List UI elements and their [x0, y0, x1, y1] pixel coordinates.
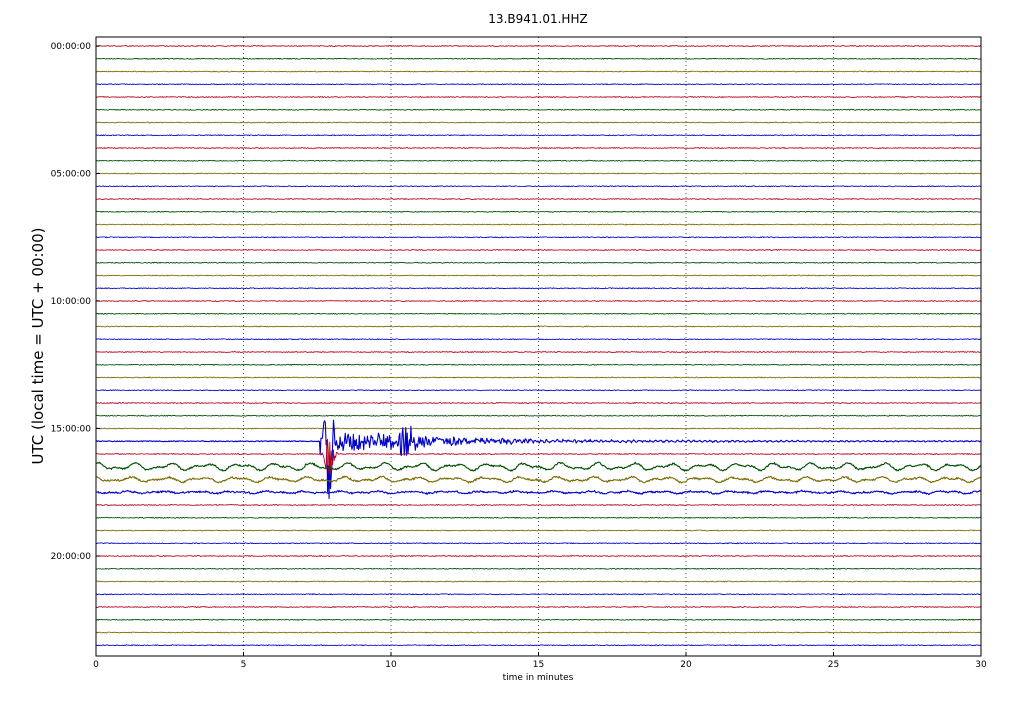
x-tick-label: 15 — [533, 660, 544, 670]
chart-title: 13.B941.01.HHZ — [488, 12, 587, 26]
x-tick-label: 5 — [241, 660, 247, 670]
seismogram-chart: 13.B941.01.HHZ 0 5 10 15 20 25 30 00:00:00 05:0… — [0, 0, 1024, 713]
x-tick-label: 20 — [680, 660, 692, 670]
trace-line — [95, 325, 982, 328]
x-tick-label: 0 — [93, 660, 99, 670]
y-axis-label: UTC (local time = UTC + 00:00) — [29, 228, 47, 465]
x-tick-label: 30 — [975, 660, 987, 670]
y-tick-label: 20:00:00 — [51, 552, 92, 562]
figure-background — [0, 0, 1024, 713]
y-tick-label: 05:00:00 — [51, 170, 92, 180]
y-tick-label: 10:00:00 — [51, 297, 92, 307]
x-tick-label: 10 — [385, 660, 397, 670]
x-tick-label: 25 — [828, 660, 839, 670]
x-axis-label: time in minutes — [503, 673, 574, 683]
y-tick-label: 15:00:00 — [51, 425, 92, 435]
y-tick-label: 00:00:00 — [51, 42, 92, 52]
trace-line — [95, 274, 982, 277]
